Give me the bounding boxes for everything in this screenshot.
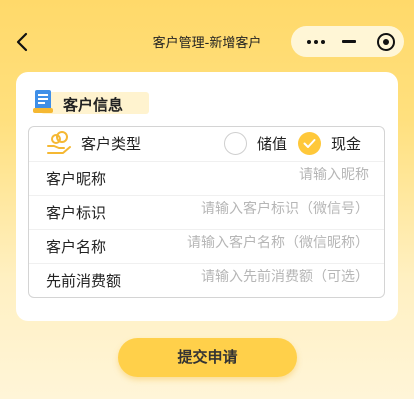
minimize-icon[interactable] — [330, 26, 368, 57]
close-target-icon[interactable] — [367, 26, 405, 57]
previous-spend-input[interactable] — [155, 269, 369, 285]
mini-program-capsule — [291, 26, 404, 57]
identifier-label: 客户标识 — [46, 204, 107, 222]
check-icon — [303, 139, 316, 148]
option-label-cash[interactable]: 现金 — [331, 133, 361, 154]
nav-bar: 客户管理-新增客户 — [0, 22, 414, 62]
customer-hand-icon — [46, 131, 72, 155]
option-label-stored-value[interactable]: 储值 — [257, 133, 287, 154]
section-header: 客户信息 — [29, 88, 154, 116]
customer-type-row: 客户类型 储值 现金 — [29, 127, 384, 161]
previous-spend-label: 先前消费额 — [46, 272, 122, 290]
radio-cash[interactable] — [298, 132, 321, 155]
form-panel: 客户类型 储值 现金 客户昵称 客户标识 客户名称 先前消费额 — [28, 126, 385, 298]
name-label: 客户名称 — [46, 238, 107, 256]
nickname-label: 客户昵称 — [46, 170, 107, 188]
nickname-input[interactable] — [229, 167, 369, 183]
identifier-row: 客户标识 — [29, 195, 384, 230]
customer-type-label: 客户类型 — [81, 135, 142, 153]
nickname-row: 客户昵称 — [29, 161, 384, 196]
document-icon — [32, 88, 54, 114]
section-title: 客户信息 — [63, 96, 124, 114]
name-input[interactable] — [145, 235, 369, 251]
submit-button[interactable]: 提交申请 — [118, 338, 297, 377]
customer-info-card: 客户信息 客户类型 储值 现金 客户昵称 客户标识 — [16, 72, 398, 321]
identifier-input[interactable] — [155, 201, 369, 217]
previous-spend-row: 先前消费额 — [29, 263, 384, 298]
name-row: 客户名称 — [29, 229, 384, 264]
radio-stored-value[interactable] — [224, 132, 247, 155]
